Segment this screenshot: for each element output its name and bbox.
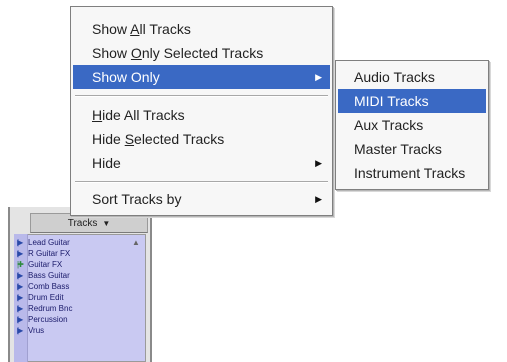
menu-item-mnemonic: H (92, 107, 103, 123)
track-audio-icon: |▶ (17, 293, 23, 302)
track-row[interactable]: |▶ Vrus (17, 325, 129, 336)
tracks-header-label: Tracks (67, 217, 98, 229)
track-name: Comb Bass (28, 282, 70, 291)
menu-item-text: Hide (92, 131, 125, 147)
track-name: Lead Guitar (28, 238, 70, 247)
track-row[interactable]: |▶ Bass Guitar (17, 270, 129, 281)
track-context-menu: Show All Tracks Show Only Selected Track… (70, 6, 333, 216)
track-audio-icon: |▶ (17, 238, 23, 247)
menu-separator (75, 95, 328, 97)
menu-item-show-all-tracks[interactable]: Show All Tracks (73, 17, 330, 41)
submenu-arrow-icon: ▶ (315, 158, 322, 168)
track-audio-icon: |▶ (17, 326, 23, 335)
submenu-arrow-icon: ▶ (315, 194, 322, 204)
track-audio-icon: |▶ (17, 315, 23, 324)
track-name: R Guitar FX (28, 249, 71, 258)
menu-item-text: Show (92, 21, 131, 37)
menu-item-sort-tracks-by[interactable]: Sort Tracks by ▶ (73, 187, 330, 211)
track-name: Redrum Bnc (28, 304, 73, 313)
track-row[interactable]: |▶ Redrum Bnc (17, 303, 129, 314)
menu-item-hide-all-tracks[interactable]: Hide All Tracks (73, 103, 330, 127)
track-list: |▶ Lead Guitar |▶ R Guitar FX |✚ Guitar … (17, 237, 129, 336)
chevron-down-icon: ▼ (102, 218, 111, 228)
menu-item-text: Sort Tracks by (92, 191, 182, 207)
menu-item-text: nly Selected Tracks (141, 45, 264, 61)
track-row[interactable]: |▶ R Guitar FX (17, 248, 129, 259)
track-row[interactable]: |▶ Drum Edit (17, 292, 129, 303)
show-only-submenu: Audio Tracks MIDI Tracks Aux Tracks Mast… (335, 60, 489, 190)
track-row[interactable]: |✚ Guitar FX (17, 259, 129, 270)
track-row[interactable]: |▶ Lead Guitar (17, 237, 129, 248)
submenu-item-midi-tracks[interactable]: MIDI Tracks (338, 89, 486, 113)
track-name: Bass Guitar (28, 271, 70, 280)
tracks-header-button[interactable]: Tracks ▼ (30, 213, 148, 233)
menu-item-hide-selected-tracks[interactable]: Hide Selected Tracks (73, 127, 330, 151)
track-name: Vrus (28, 326, 45, 335)
track-name: Guitar FX (28, 260, 63, 269)
menu-item-show-only-selected-tracks[interactable]: Show Only Selected Tracks (73, 41, 330, 65)
track-audio-icon: |▶ (17, 249, 23, 258)
menu-item-text: ll Tracks (139, 21, 191, 37)
menu-item-text: Show Only (92, 69, 160, 85)
submenu-arrow-icon: ▶ (315, 72, 322, 82)
track-row[interactable]: |▶ Comb Bass (17, 281, 129, 292)
menu-item-show-only[interactable]: Show Only ▶ (73, 65, 330, 89)
submenu-item-audio-tracks[interactable]: Audio Tracks (338, 65, 486, 89)
menu-item-mnemonic: O (130, 45, 142, 61)
submenu-item-aux-tracks[interactable]: Aux Tracks (338, 113, 486, 137)
menu-item-hide[interactable]: Hide ▶ (73, 151, 330, 175)
menu-separator (75, 181, 328, 183)
menu-item-text: ide All Tracks (102, 107, 185, 123)
track-fx-icon: |✚ (17, 260, 24, 269)
menu-item-text: Hide (92, 155, 121, 171)
submenu-item-master-tracks[interactable]: Master Tracks (338, 137, 486, 161)
menu-item-mnemonic: S (124, 131, 135, 147)
track-audio-icon: |▶ (17, 271, 23, 280)
track-audio-icon: |▶ (17, 304, 23, 313)
menu-item-text: elected Tracks (134, 131, 225, 147)
scroll-up-icon[interactable]: ▲ (130, 237, 142, 249)
menu-item-text: Show (92, 45, 131, 61)
track-name: Percussion (28, 315, 68, 324)
track-row[interactable]: |▶ Percussion (17, 314, 129, 325)
track-name: Drum Edit (28, 293, 64, 302)
submenu-item-instrument-tracks[interactable]: Instrument Tracks (338, 161, 486, 185)
track-audio-icon: |▶ (17, 282, 23, 291)
